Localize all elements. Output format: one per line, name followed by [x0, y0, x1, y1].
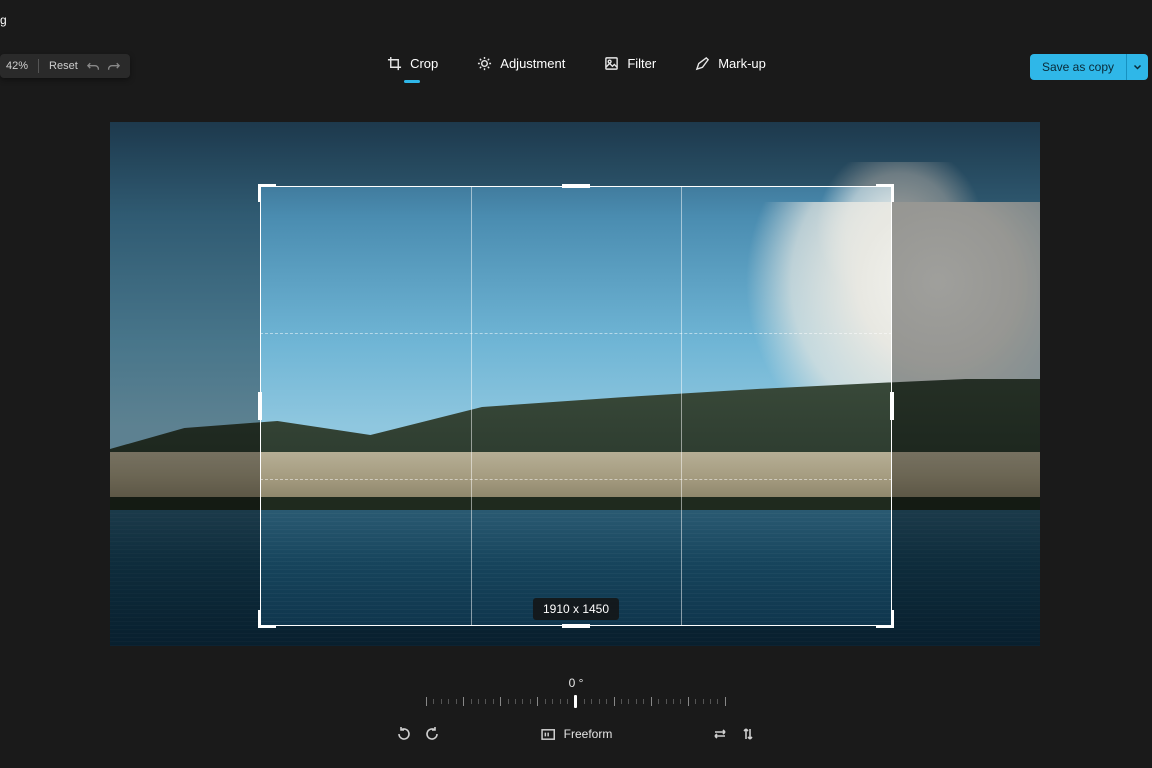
crop-handle-left[interactable]: [258, 392, 262, 420]
rotation-tick: [643, 699, 644, 704]
rotation-tick: [485, 699, 486, 704]
rotation-tick: [599, 699, 600, 704]
crop-handle-right[interactable]: [890, 392, 894, 420]
rotation-tick: [717, 699, 718, 704]
rotation-tick: [680, 699, 681, 704]
rotation-tick: [515, 699, 516, 704]
rotation-tick: [666, 699, 667, 704]
tab-crop-label: Crop: [410, 56, 438, 71]
aspect-ratio-icon: [540, 726, 556, 742]
crop-handle-tr[interactable]: [876, 184, 894, 202]
crop-grid-v1: [471, 186, 472, 626]
crop-dim-bottom: [110, 626, 1040, 646]
crop-handle-top[interactable]: [562, 184, 590, 188]
aspect-ratio-button[interactable]: Freeform: [540, 726, 613, 742]
markup-icon: [694, 55, 710, 71]
rotation-tick: [500, 697, 501, 706]
rotation-tick: [628, 699, 629, 704]
tab-crop[interactable]: Crop: [384, 49, 440, 81]
rotation-tick: [552, 699, 553, 704]
rotation-slider[interactable]: [426, 693, 726, 709]
rotation-tick: [426, 697, 427, 706]
rotation-tick: [560, 699, 561, 704]
crop-handle-br[interactable]: [876, 610, 894, 628]
crop-handle-tl[interactable]: [258, 184, 276, 202]
rotation-tick: [537, 697, 538, 706]
rotation-tick: [478, 699, 479, 704]
save-dropdown-button[interactable]: [1126, 54, 1148, 80]
tab-filter-label: Filter: [627, 56, 656, 71]
mode-tabs: Crop Adjustment Filter Mark-up: [0, 50, 1152, 80]
tab-adjustment[interactable]: Adjustment: [474, 49, 567, 81]
rotation-tick: [441, 699, 442, 704]
rotation-tick: [493, 699, 494, 704]
crop-rectangle[interactable]: 1910 x 1450: [260, 186, 892, 626]
rotation-tick: [433, 699, 434, 704]
save-as-copy-button[interactable]: Save as copy: [1030, 54, 1126, 80]
rotation-tick: [471, 699, 472, 704]
bottom-controls: Freeform: [0, 726, 1152, 752]
crop-dim-left: [110, 186, 260, 626]
rotation-tick: [545, 699, 546, 704]
rotation-tick: [522, 699, 523, 704]
flip-horizontal-icon[interactable]: [712, 726, 728, 742]
rotation-tick: [508, 699, 509, 704]
rotation-tick: [530, 699, 531, 704]
rotation-tick: [651, 697, 652, 706]
tab-markup-label: Mark-up: [718, 56, 766, 71]
rotation-tick: [463, 697, 464, 706]
flip-vertical-icon[interactable]: [740, 726, 756, 742]
crop-border: [260, 186, 892, 626]
tab-filter[interactable]: Filter: [601, 49, 658, 81]
filter-icon: [603, 55, 619, 71]
crop-handle-bottom[interactable]: [562, 624, 590, 628]
crop-grid-h2: [260, 479, 892, 480]
rotation-tick: [636, 699, 637, 704]
tab-markup[interactable]: Mark-up: [692, 49, 768, 81]
rotation-tick: [673, 699, 674, 704]
rotation-tick: [448, 699, 449, 704]
save-group: Save as copy: [1030, 54, 1148, 80]
rotation-angle-label: 0 °: [0, 676, 1152, 690]
rotate-cw-icon[interactable]: [424, 726, 440, 742]
rotation-tick: [456, 699, 457, 704]
tab-adjustment-label: Adjustment: [500, 56, 565, 71]
rotation-tick: [710, 699, 711, 704]
rotation-tick: [567, 699, 568, 704]
crop-dimensions-badge: 1910 x 1450: [533, 598, 619, 620]
rotation-thumb[interactable]: [574, 695, 577, 708]
filename-fragment: g: [0, 13, 7, 27]
adjustment-icon: [476, 55, 492, 71]
rotation-tick: [725, 697, 726, 706]
chevron-down-icon: [1133, 62, 1142, 72]
crop-grid-v2: [681, 186, 682, 626]
rotation-tick: [703, 699, 704, 704]
rotation-tick: [614, 697, 615, 706]
crop-icon: [386, 55, 402, 71]
rotation-tick: [584, 699, 585, 704]
image-canvas[interactable]: 1910 x 1450: [110, 122, 1040, 646]
crop-dim-right: [892, 186, 1040, 626]
rotation-tick: [591, 699, 592, 704]
rotate-ccw-icon[interactable]: [396, 726, 412, 742]
aspect-ratio-label: Freeform: [564, 727, 613, 741]
rotation-tick: [621, 699, 622, 704]
crop-grid-h1: [260, 333, 892, 334]
crop-dim-top: [110, 122, 1040, 186]
rotation-tick: [658, 699, 659, 704]
rotation-tick: [688, 697, 689, 706]
rotation-tick: [606, 699, 607, 704]
rotation-tick: [695, 699, 696, 704]
crop-handle-bl[interactable]: [258, 610, 276, 628]
